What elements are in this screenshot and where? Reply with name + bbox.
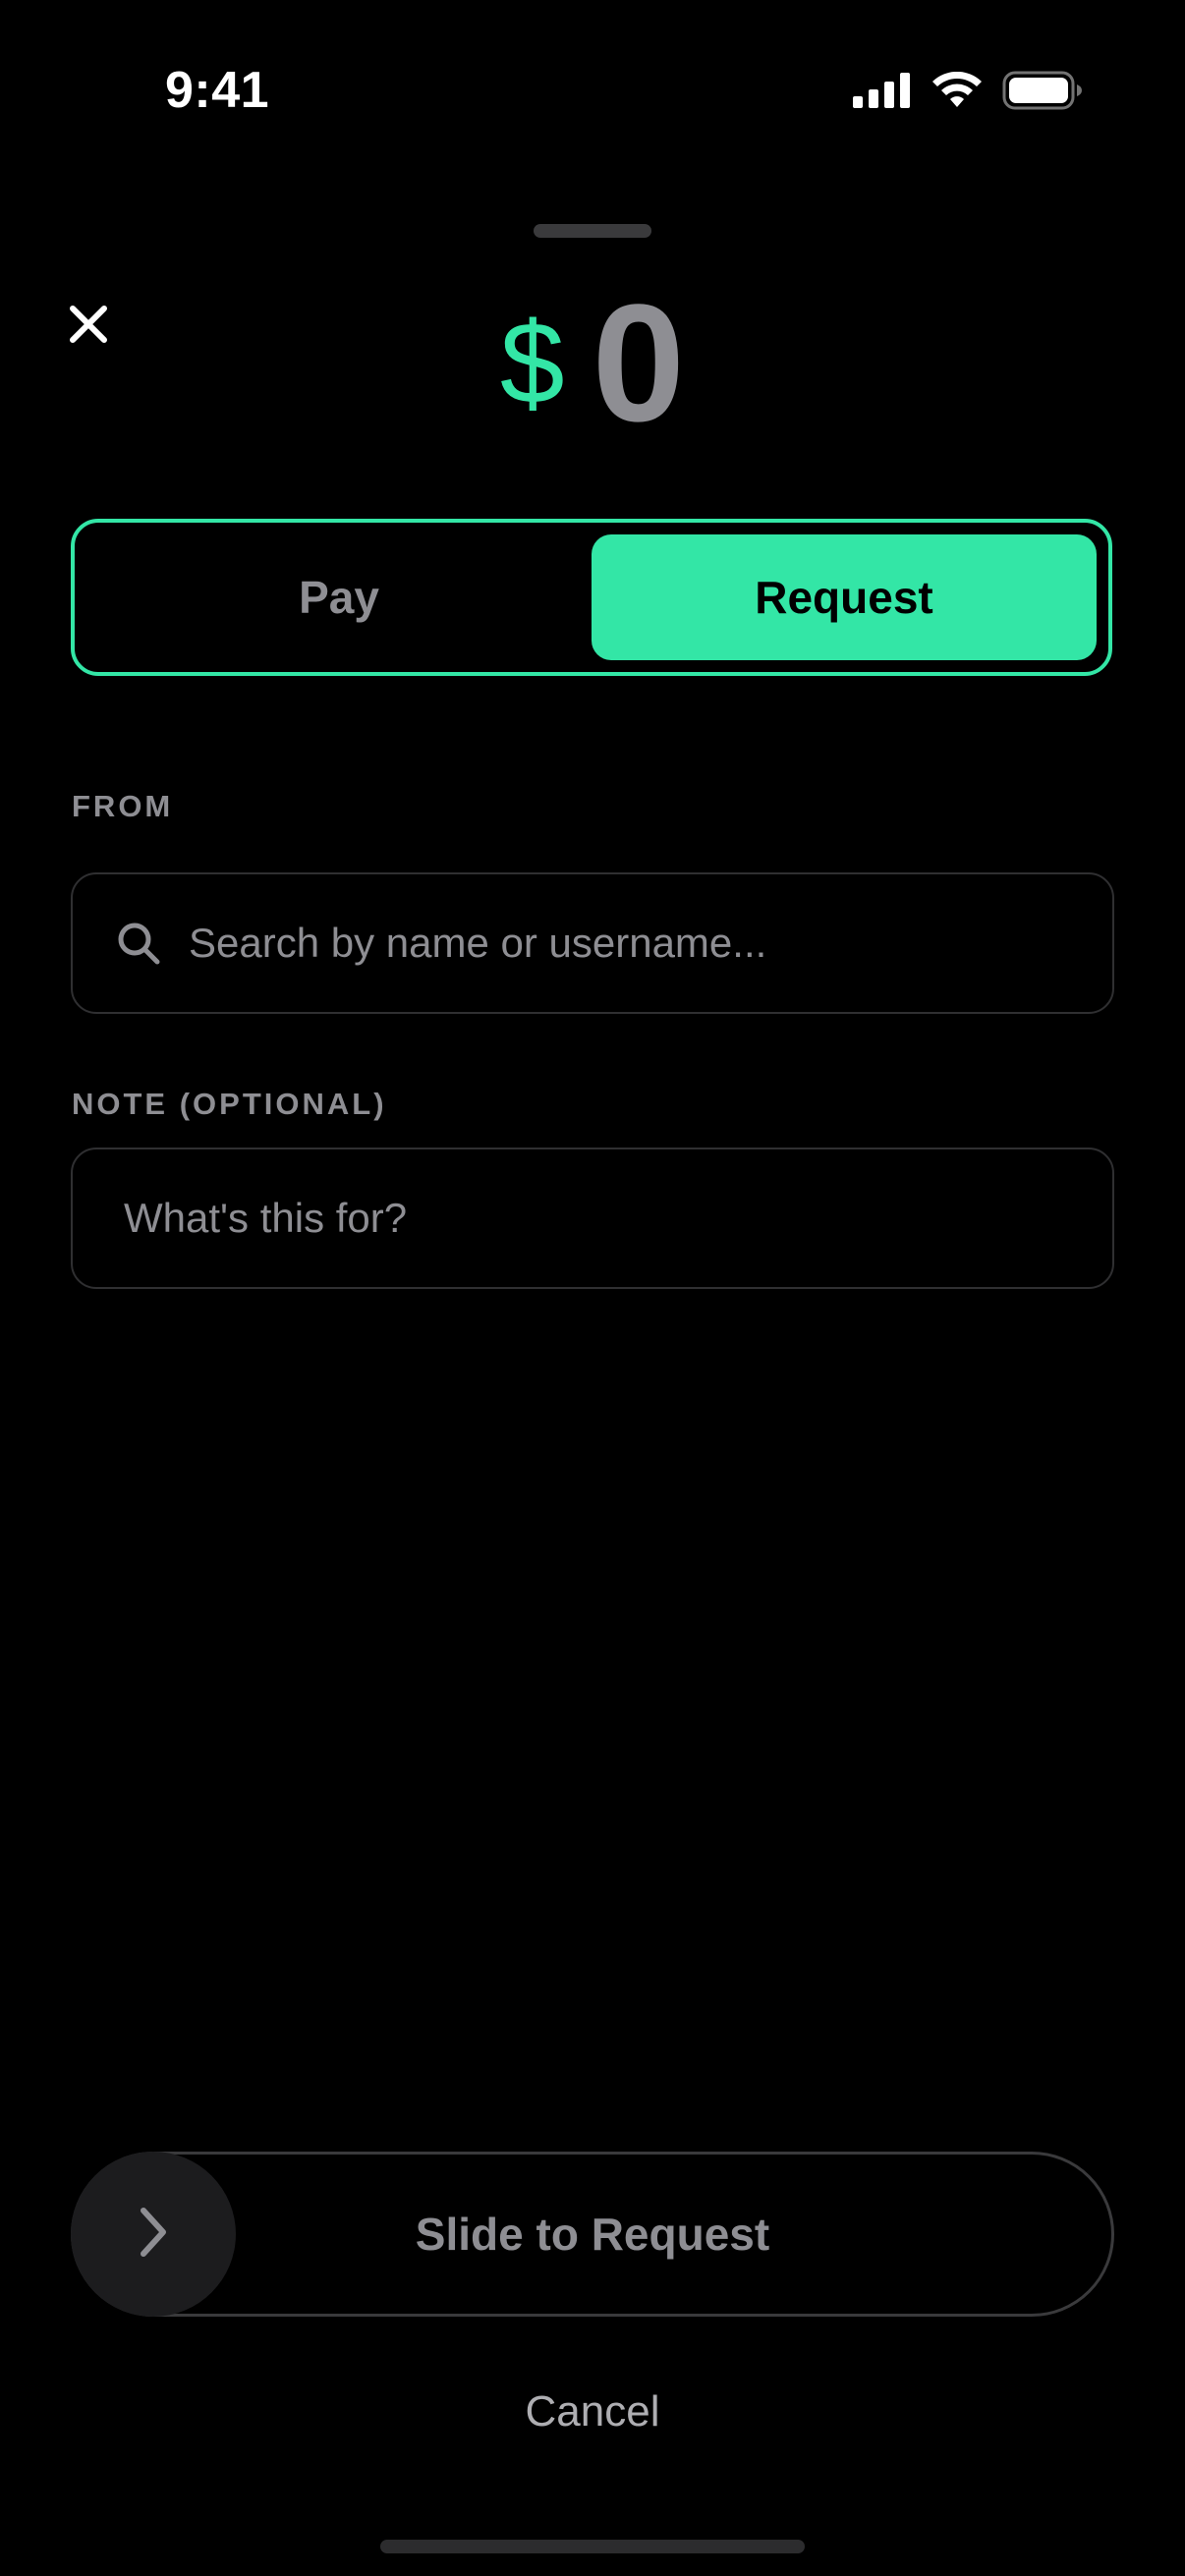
amount-display[interactable]: $ 0 bbox=[0, 275, 1185, 452]
wifi-icon bbox=[931, 71, 983, 114]
slider-knob[interactable] bbox=[71, 2152, 236, 2317]
sheet-grabber[interactable] bbox=[534, 224, 651, 238]
pay-tab[interactable]: Pay bbox=[86, 534, 592, 660]
status-bar: 9:41 bbox=[0, 0, 1185, 147]
search-icon bbox=[116, 921, 161, 966]
status-icons bbox=[853, 71, 1083, 115]
note-label: NOTE (OPTIONAL) bbox=[72, 1087, 387, 1121]
slide-to-request-slider[interactable]: Slide to Request bbox=[71, 2152, 1114, 2317]
from-label: FROM bbox=[72, 789, 174, 823]
pay-request-toggle: Pay Request bbox=[71, 519, 1112, 676]
from-field[interactable] bbox=[71, 872, 1114, 1014]
search-input[interactable] bbox=[187, 873, 1112, 1013]
chevron-right-icon bbox=[136, 2205, 171, 2265]
currency-symbol: $ bbox=[499, 299, 565, 428]
note-field[interactable] bbox=[71, 1148, 1114, 1289]
request-tab[interactable]: Request bbox=[592, 534, 1097, 660]
amount-value: 0 bbox=[592, 270, 686, 457]
cancel-button[interactable]: Cancel bbox=[0, 2387, 1185, 2436]
battery-icon bbox=[1002, 71, 1083, 115]
status-time: 9:41 bbox=[165, 62, 270, 119]
cellular-signal-icon bbox=[853, 73, 912, 113]
home-indicator[interactable] bbox=[380, 2540, 805, 2553]
note-input[interactable] bbox=[73, 1148, 1112, 1288]
